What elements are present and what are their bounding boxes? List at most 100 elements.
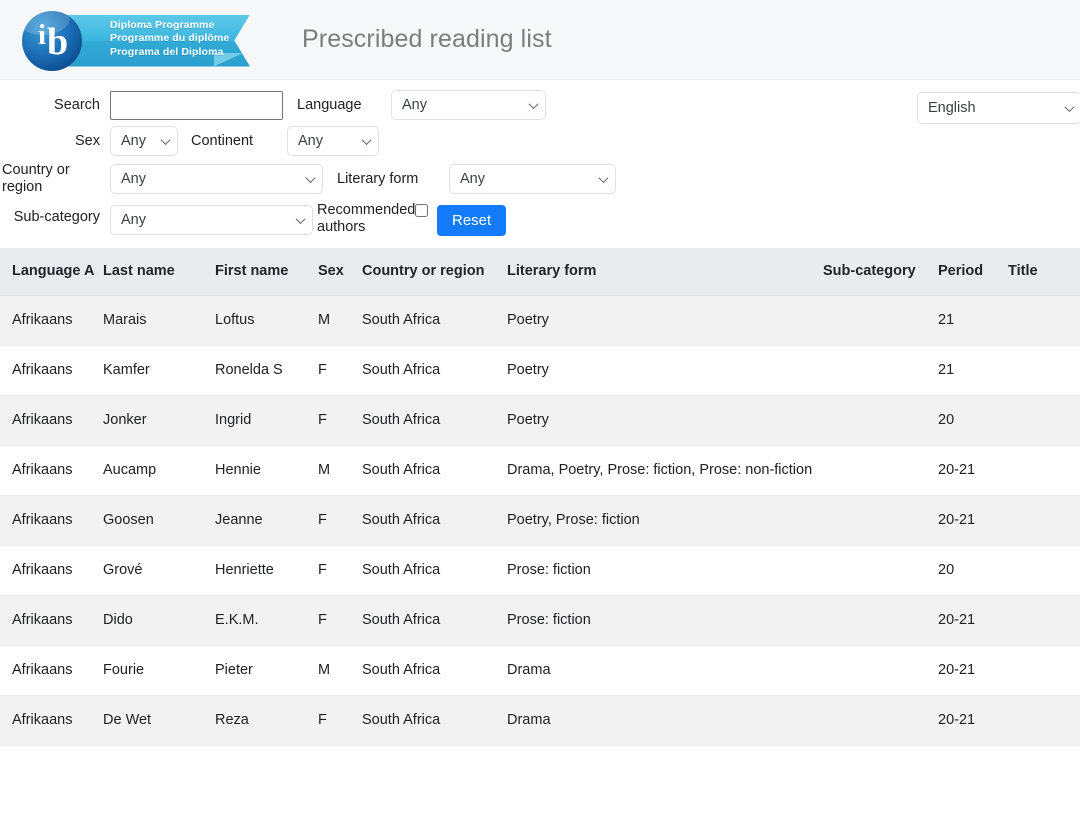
cell-period: 21 [938, 346, 1008, 396]
logo-line-en: Diploma Programme [110, 19, 229, 33]
table-row[interactable]: AfrikaansJonkerIngridFSouth AfricaPoetry… [0, 396, 1080, 446]
cell-first-name: Reza [215, 696, 318, 746]
column-header-first-name[interactable]: First name [215, 248, 318, 296]
cell-sex: F [318, 546, 362, 596]
cell-language: Afrikaans [0, 496, 103, 546]
column-header-last-name[interactable]: Last name [103, 248, 215, 296]
cell-literary-form: Poetry [507, 296, 823, 346]
cell-language: Afrikaans [0, 346, 103, 396]
filter-row-4: Sub-category Any Recommended authors Res… [0, 202, 1080, 236]
cell-period: 20 [938, 546, 1008, 596]
country-select-wrap: Any [110, 164, 323, 194]
cell-subcategory [823, 546, 938, 596]
table-row[interactable]: AfrikaansDe WetRezaFSouth AfricaDrama20-… [0, 696, 1080, 746]
continent-select[interactable]: Any [287, 126, 379, 156]
cell-sex: M [318, 446, 362, 496]
page-title: Prescribed reading list [302, 25, 552, 54]
sex-select-wrap: Any [110, 126, 178, 156]
cell-subcategory [823, 296, 938, 346]
reading-list-table: Language A Last name First name Sex Coun… [0, 248, 1080, 746]
cell-title [1008, 396, 1080, 446]
language-select-wrap: Any [391, 90, 546, 120]
language-label: Language [297, 97, 383, 114]
filter-row-3: Country or region Any Literary form Any [0, 162, 1080, 196]
cell-period: 21 [938, 296, 1008, 346]
cell-title [1008, 296, 1080, 346]
table-row[interactable]: AfrikaansMaraisLoftusMSouth AfricaPoetry… [0, 296, 1080, 346]
literary-form-select[interactable]: Any [449, 164, 616, 194]
literary-form-label: Literary form [337, 171, 441, 188]
table-body: AfrikaansMaraisLoftusMSouth AfricaPoetry… [0, 296, 1080, 746]
ui-language-select-wrap: English [917, 92, 1080, 124]
country-label: Country or region [0, 162, 100, 196]
cell-title [1008, 346, 1080, 396]
table-header-row: Language A Last name First name Sex Coun… [0, 248, 1080, 296]
cell-first-name: Henriette [215, 546, 318, 596]
country-select[interactable]: Any [110, 164, 323, 194]
column-header-sex[interactable]: Sex [318, 248, 362, 296]
table-row[interactable]: AfrikaansAucampHennieMSouth AfricaDrama,… [0, 446, 1080, 496]
cell-country: South Africa [362, 546, 507, 596]
cell-first-name: Loftus [215, 296, 318, 346]
ui-language-switcher[interactable]: English [917, 92, 1080, 124]
cell-language: Afrikaans [0, 396, 103, 446]
cell-first-name: E.K.M. [215, 596, 318, 646]
cell-sex: M [318, 646, 362, 696]
cell-last-name: Aucamp [103, 446, 215, 496]
cell-period: 20-21 [938, 446, 1008, 496]
cell-period: 20-21 [938, 646, 1008, 696]
cell-title [1008, 646, 1080, 696]
table-row[interactable]: AfrikaansDidoE.K.M.FSouth AfricaProse: f… [0, 596, 1080, 646]
column-header-period[interactable]: Period [938, 248, 1008, 296]
cell-first-name: Ingrid [215, 396, 318, 446]
cell-last-name: Goosen [103, 496, 215, 546]
cell-literary-form: Drama [507, 646, 823, 696]
cell-subcategory [823, 596, 938, 646]
logo-line-fr: Programme du diplôme [110, 32, 229, 46]
search-label: Search [0, 97, 100, 114]
column-header-subcategory[interactable]: Sub-category [823, 248, 938, 296]
table-row[interactable]: AfrikaansGoosenJeanneFSouth AfricaPoetry… [0, 496, 1080, 546]
subcategory-select[interactable]: Any [110, 205, 313, 235]
search-input[interactable] [110, 91, 283, 120]
cell-country: South Africa [362, 446, 507, 496]
ui-language-select[interactable]: English [917, 92, 1080, 124]
cell-language: Afrikaans [0, 596, 103, 646]
literary-form-select-wrap: Any [449, 164, 616, 194]
cell-literary-form: Prose: fiction [507, 546, 823, 596]
cell-sex: F [318, 596, 362, 646]
cell-subcategory [823, 446, 938, 496]
cell-language: Afrikaans [0, 446, 103, 496]
column-header-literary-form[interactable]: Literary form [507, 248, 823, 296]
cell-sex: F [318, 346, 362, 396]
cell-subcategory [823, 496, 938, 546]
cell-literary-form: Drama, Poetry, Prose: fiction, Prose: no… [507, 446, 823, 496]
cell-last-name: Fourie [103, 646, 215, 696]
table-row[interactable]: AfrikaansGrovéHenrietteFSouth AfricaPros… [0, 546, 1080, 596]
continent-select-wrap: Any [287, 126, 379, 156]
sex-select[interactable]: Any [110, 126, 178, 156]
table-row[interactable]: AfrikaansKamferRonelda SFSouth AfricaPoe… [0, 346, 1080, 396]
table-row[interactable]: AfrikaansFouriePieterMSouth AfricaDrama2… [0, 646, 1080, 696]
column-header-title[interactable]: Title [1008, 248, 1080, 296]
recommended-authors-checkbox[interactable] [415, 204, 428, 217]
column-header-country[interactable]: Country or region [362, 248, 507, 296]
cell-literary-form: Poetry [507, 346, 823, 396]
cell-period: 20 [938, 396, 1008, 446]
cell-literary-form: Prose: fiction [507, 596, 823, 646]
cell-period: 20-21 [938, 496, 1008, 546]
recommended-authors-label: Recommended authors [317, 202, 413, 236]
cell-country: South Africa [362, 696, 507, 746]
cell-subcategory [823, 346, 938, 396]
cell-first-name: Pieter [215, 646, 318, 696]
cell-last-name: Jonker [103, 396, 215, 446]
cell-last-name: Grové [103, 546, 215, 596]
reset-button[interactable]: Reset [437, 205, 506, 236]
cell-first-name: Jeanne [215, 496, 318, 546]
table-head: Language A Last name First name Sex Coun… [0, 248, 1080, 296]
filter-panel: English Search Language Any Sex Any Cont… [0, 80, 1080, 248]
cell-country: South Africa [362, 646, 507, 696]
language-select[interactable]: Any [391, 90, 546, 120]
column-header-language[interactable]: Language A [0, 248, 103, 296]
cell-country: South Africa [362, 496, 507, 546]
